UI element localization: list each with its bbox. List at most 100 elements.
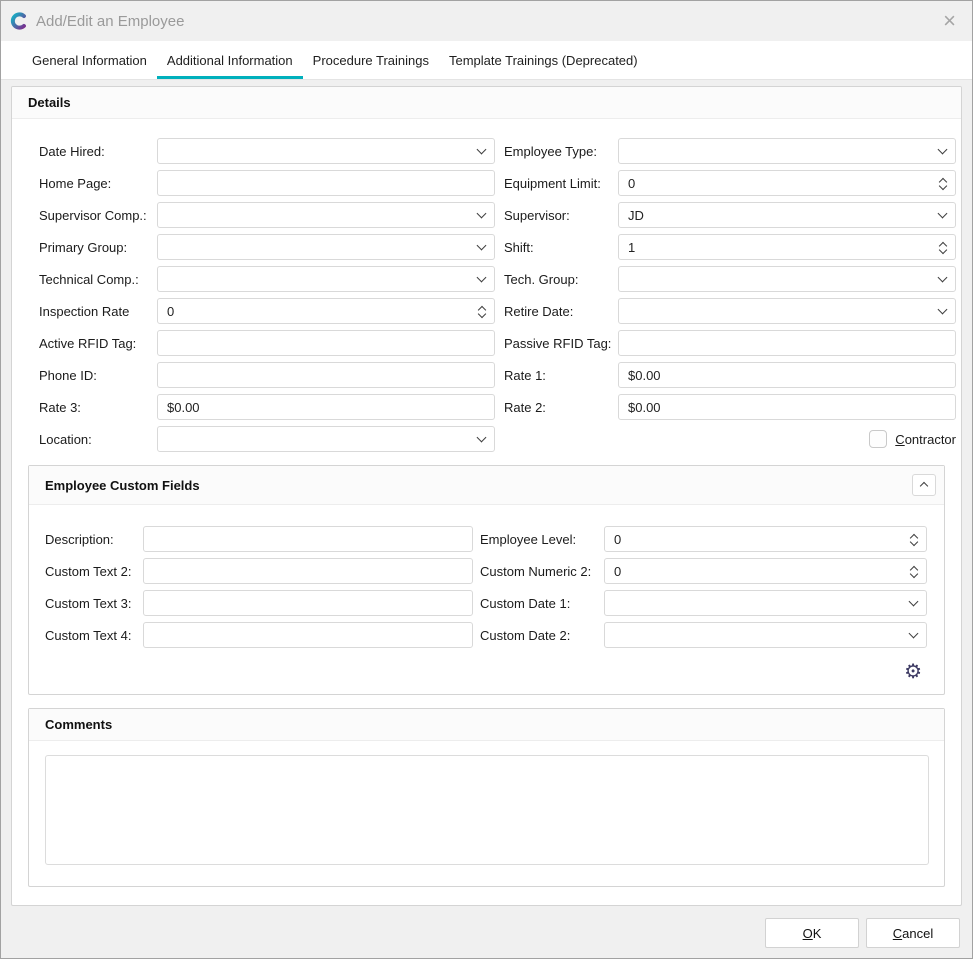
cancel-label-rest: ancel — [902, 926, 933, 941]
rate-3-input[interactable] — [157, 394, 495, 420]
rate-1-input[interactable] — [618, 362, 956, 388]
spinner-buttons[interactable] — [911, 565, 917, 577]
custom-text-3-input[interactable] — [143, 590, 473, 616]
custom-fields-settings-button[interactable]: ⚙ — [904, 662, 922, 682]
dialog-content: Details Date Hired: Employee Type: Home … — [1, 80, 972, 906]
field-label: Custom Date 2: — [473, 628, 604, 643]
employee-type-combo[interactable] — [618, 138, 956, 164]
close-icon[interactable]: × — [937, 10, 962, 32]
field-label: Rate 2: — [495, 400, 618, 415]
field-label: Home Page: — [39, 176, 157, 191]
chevron-down-icon — [909, 628, 919, 638]
chevron-down-icon — [477, 208, 487, 218]
details-groupbox: Details Date Hired: Employee Type: Home … — [11, 86, 962, 906]
equipment-limit-spinner[interactable]: 0 — [618, 170, 956, 196]
details-header-label: Details — [28, 95, 71, 110]
technical-comp-combo[interactable] — [157, 266, 495, 292]
field-label: Supervisor: — [495, 208, 618, 223]
tab-additional-information[interactable]: Additional Information — [157, 41, 303, 79]
gear-icon: ⚙ — [904, 661, 922, 683]
supervisor-combo[interactable]: JD — [618, 202, 956, 228]
contractor-checkbox[interactable]: Contractor — [495, 430, 956, 448]
active-rfid-tag-input[interactable] — [157, 330, 495, 356]
ok-button[interactable]: OK — [765, 918, 859, 948]
employee-custom-fields-label: Employee Custom Fields — [45, 478, 200, 493]
ok-accesskey: O — [803, 926, 813, 941]
field-label: Tech. Group: — [495, 272, 618, 287]
supervisor-comp-combo[interactable] — [157, 202, 495, 228]
employee-level-spinner[interactable]: 0 — [604, 526, 927, 552]
add-edit-employee-dialog: Add/Edit an Employee × General Informati… — [0, 0, 973, 959]
cancel-accesskey: C — [893, 926, 902, 941]
primary-group-combo[interactable] — [157, 234, 495, 260]
field-label: Custom Numeric 2: — [473, 564, 604, 579]
description-input[interactable] — [143, 526, 473, 552]
contractor-accesskey: C — [895, 432, 904, 447]
title-bar: Add/Edit an Employee × — [1, 1, 972, 41]
spinner-buttons[interactable] — [940, 177, 946, 189]
checkbox-box[interactable] — [869, 430, 887, 448]
tech-group-combo[interactable] — [618, 266, 956, 292]
passive-rfid-tag-input[interactable] — [618, 330, 956, 356]
date-hired-combo[interactable] — [157, 138, 495, 164]
cancel-button[interactable]: Cancel — [866, 918, 960, 948]
spinner-value: 0 — [614, 532, 911, 547]
details-form: Date Hired: Employee Type: Home Page: Eq… — [12, 119, 961, 452]
chevron-down-icon — [938, 144, 948, 154]
employee-custom-fields-groupbox: Employee Custom Fields Description: Empl… — [28, 465, 945, 695]
rate-2-input[interactable] — [618, 394, 956, 420]
field-label: Custom Text 3: — [45, 596, 143, 611]
inspection-rate-spinner[interactable]: 0 — [157, 298, 495, 324]
custom-numeric-2-spinner[interactable]: 0 — [604, 558, 927, 584]
ok-label-rest: K — [813, 926, 822, 941]
field-label: Employee Type: — [495, 144, 618, 159]
retire-date-combo[interactable] — [618, 298, 956, 324]
field-label: Custom Date 1: — [473, 596, 604, 611]
spinner-buttons[interactable] — [940, 241, 946, 253]
field-label: Description: — [45, 532, 143, 547]
field-label: Employee Level: — [473, 532, 604, 547]
field-label: Primary Group: — [39, 240, 157, 255]
employee-custom-fields-header: Employee Custom Fields — [29, 466, 944, 505]
home-page-input[interactable] — [157, 170, 495, 196]
field-label: Custom Text 4: — [45, 628, 143, 643]
field-label: Technical Comp.: — [39, 272, 157, 287]
details-header: Details — [12, 87, 961, 119]
field-label: Rate 1: — [495, 368, 618, 383]
tab-procedure-trainings[interactable]: Procedure Trainings — [303, 41, 439, 79]
chevron-down-icon — [938, 304, 948, 314]
phone-id-input[interactable] — [157, 362, 495, 388]
contractor-label-rest: ontractor — [905, 432, 956, 447]
location-combo[interactable] — [157, 426, 495, 452]
comments-body — [29, 741, 944, 886]
chevron-down-icon — [938, 272, 948, 282]
field-label: Rate 3: — [39, 400, 157, 415]
collapse-section-button[interactable] — [912, 474, 936, 496]
chevron-down-icon — [477, 272, 487, 282]
field-label: Shift: — [495, 240, 618, 255]
spinner-buttons[interactable] — [911, 533, 917, 545]
comments-groupbox: Comments — [28, 708, 945, 887]
spinner-value: 1 — [628, 240, 940, 255]
chevron-down-icon — [909, 596, 919, 606]
window-title: Add/Edit an Employee — [36, 13, 184, 30]
custom-text-2-input[interactable] — [143, 558, 473, 584]
chevron-up-icon — [920, 482, 928, 490]
field-label: Custom Text 2: — [45, 564, 143, 579]
custom-date-2-combo[interactable] — [604, 622, 927, 648]
tab-bar: General Information Additional Informati… — [1, 41, 972, 80]
chevron-down-icon — [477, 240, 487, 250]
chevron-down-icon — [477, 432, 487, 442]
comments-textarea[interactable] — [45, 755, 929, 865]
tab-template-trainings-deprecated[interactable]: Template Trainings (Deprecated) — [439, 41, 648, 79]
tab-general-information[interactable]: General Information — [22, 41, 157, 79]
shift-spinner[interactable]: 1 — [618, 234, 956, 260]
field-label: Date Hired: — [39, 144, 157, 159]
custom-text-4-input[interactable] — [143, 622, 473, 648]
field-label: Inspection Rate — [39, 304, 157, 319]
custom-date-1-combo[interactable] — [604, 590, 927, 616]
comments-label: Comments — [45, 717, 112, 732]
custom-fields-footer: ⚙ — [29, 648, 944, 694]
field-label: Location: — [39, 432, 157, 447]
spinner-buttons[interactable] — [479, 305, 485, 317]
